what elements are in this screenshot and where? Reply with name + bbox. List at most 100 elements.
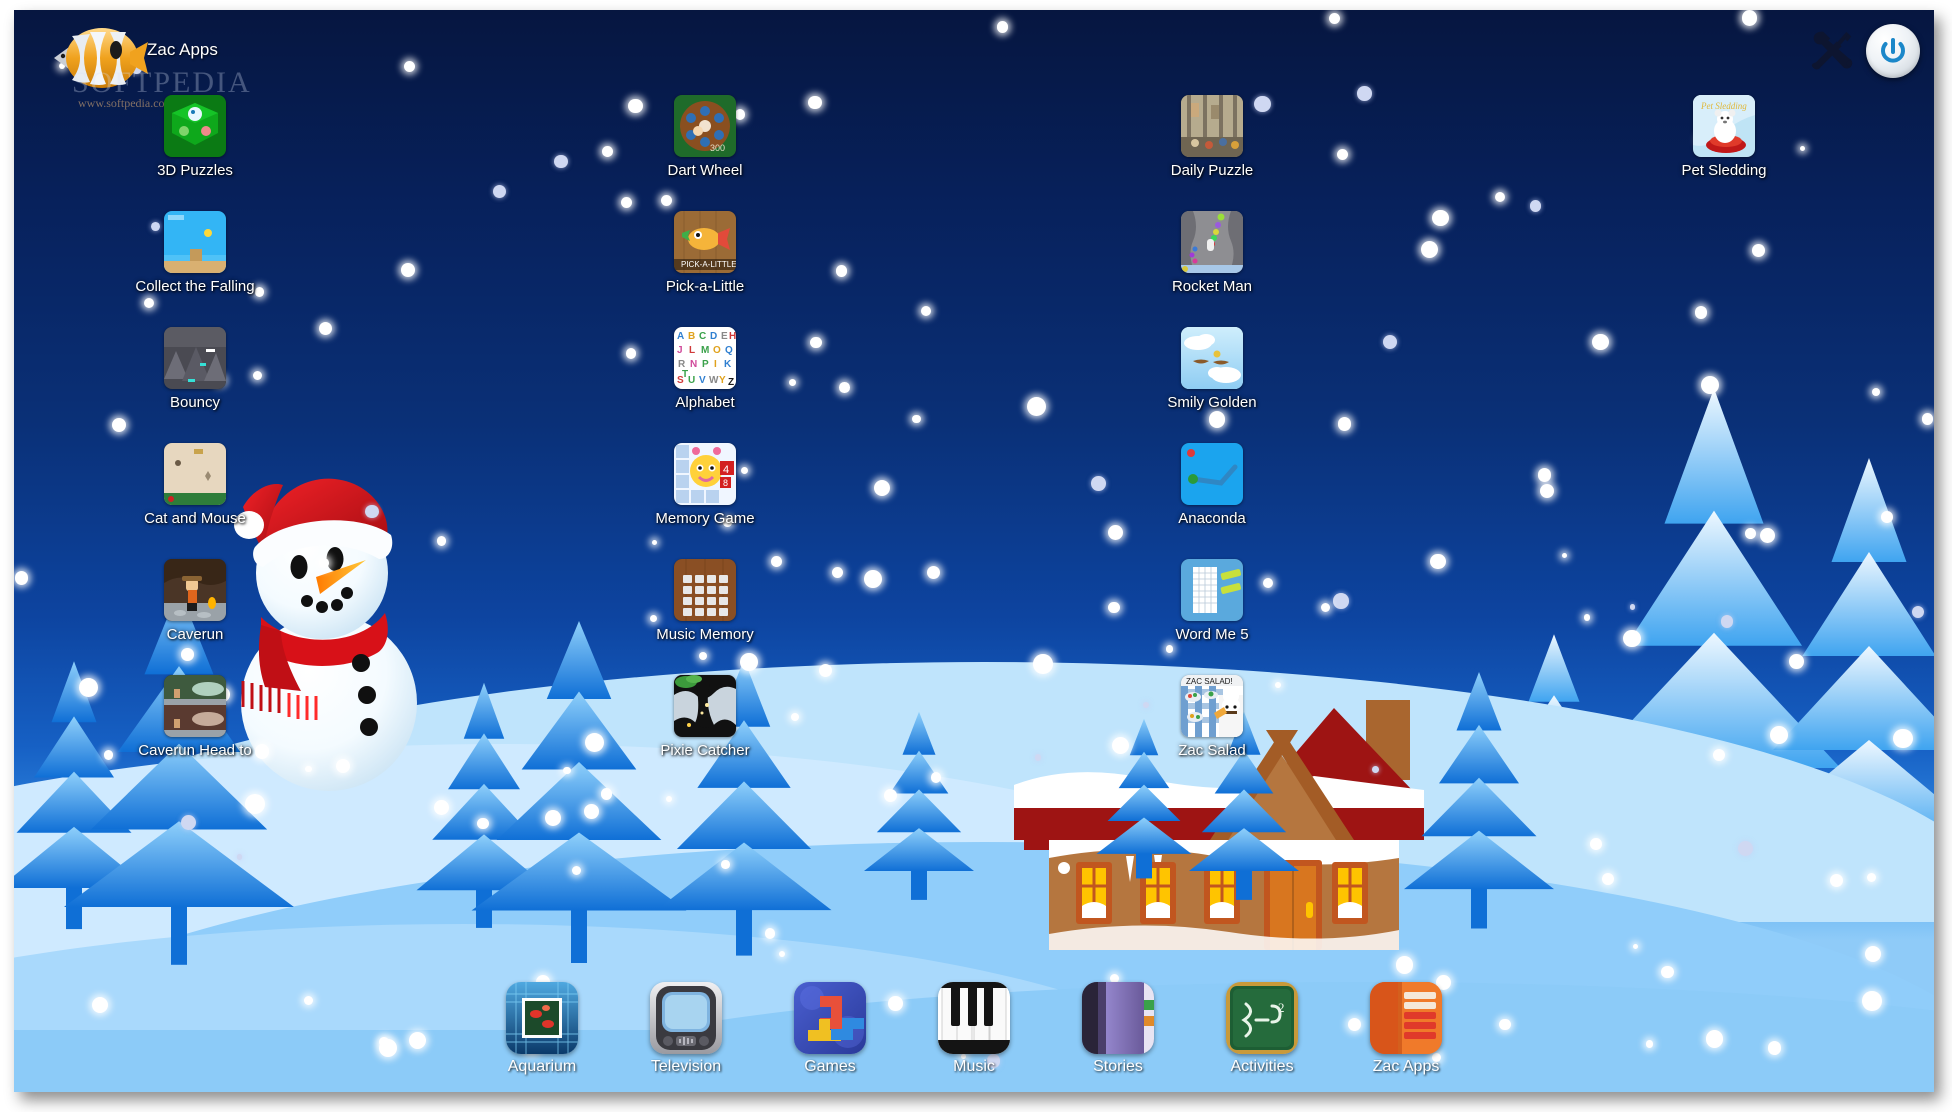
desktop-icon-label: 3D Puzzles (157, 162, 233, 179)
snowflake (318, 558, 329, 568)
memory-game-icon: 4 8 (674, 443, 736, 505)
pet-sledding-icon: Pet Sledding (1693, 95, 1755, 157)
snowflake (1871, 387, 1880, 396)
svg-text:M: M (701, 345, 709, 356)
tree-tier (463, 682, 505, 739)
desktop-icon-alphabet[interactable]: AB CD EH JL MO Q RN PI K SU VW YZ T Alph… (620, 327, 790, 411)
dock-item-aquarium[interactable]: Aquarium (484, 982, 600, 1076)
snowflake (1741, 10, 1757, 26)
snowflake (810, 336, 822, 348)
svg-text:O: O (713, 345, 721, 356)
snowflake (602, 145, 613, 157)
snowflake (1632, 943, 1638, 949)
snowflake (1789, 654, 1805, 669)
snowflake (926, 565, 941, 579)
desktop-icon-pet-sledding[interactable]: Pet Sledding Pet Sledding (1639, 95, 1809, 179)
snowflake (1108, 602, 1120, 614)
caverun-icon (164, 559, 226, 621)
3d-puzzles-icon (164, 95, 226, 157)
desktop-icon-rocket-man[interactable]: Rocket Man (1127, 211, 1297, 295)
dock-item-stories[interactable]: Stories (1060, 982, 1176, 1076)
desktop-icon-cat-and-mouse[interactable]: Cat and Mouse (110, 443, 280, 527)
desktop-icon-caverun-head-to[interactable]: Caverun Head to (110, 675, 280, 759)
snowflake (1829, 873, 1843, 887)
snowflake (1040, 790, 1048, 798)
dock-item-label: Activities (1230, 1058, 1294, 1075)
dock-item-zac-apps[interactable]: Zac Apps (1348, 982, 1464, 1076)
snowflake (1395, 956, 1414, 975)
snowflake (401, 262, 416, 277)
dock-item-television[interactable]: Television (628, 982, 744, 1076)
desktop-icon-3d-puzzles[interactable]: 3D Puzzles (110, 95, 280, 179)
pick-a-little-icon: PICK-A-LITTLE (674, 211, 736, 273)
desktop-icon-daily-puzzle[interactable]: Daily Puzzle (1127, 95, 1297, 179)
rocket-man-icon (1181, 211, 1243, 273)
desktop-icon-anaconda[interactable]: Anaconda (1127, 443, 1297, 527)
desktop-icon-bouncy[interactable]: Bouncy (110, 327, 280, 411)
desktop-icon-dart-wheel[interactable]: 300 Dart Wheel (620, 95, 790, 179)
caverun-head-to-icon (164, 675, 226, 737)
desktop-icon-label: Word Me 5 (1175, 626, 1249, 643)
desktop-icon-label: Smily Golden (1167, 394, 1257, 411)
snowflake (1661, 965, 1674, 979)
desktop-icon-pixie-catcher[interactable]: Pixie Catcher (620, 675, 790, 759)
svg-text:N: N (690, 359, 697, 370)
dock-item-games[interactable]: Games (772, 982, 888, 1076)
tree-tier (1201, 789, 1287, 833)
stories-icon (1082, 982, 1154, 1054)
desktop-icon-zac-salad[interactable]: ZAC SALAD! Zac Salad (1127, 675, 1297, 759)
page-title: Zac Apps (147, 40, 218, 59)
desktop-icon-pick-a-little[interactable]: PICK-A-LITTLE Pick-a-Little (620, 211, 790, 295)
pixie-catcher-icon (674, 675, 736, 737)
desktop-icon-collect-the-falling[interactable]: Collect the Falling (110, 211, 280, 295)
dock-item-music[interactable]: Music (916, 982, 1032, 1076)
desktop-icon-caverun[interactable]: Caverun (110, 559, 280, 643)
desktop-icon-label: Collect the Falling (135, 278, 255, 295)
svg-text:Y: Y (719, 375, 726, 386)
desktop-icon-memory-game[interactable]: 4 8 Memory Game (620, 443, 790, 527)
desktop-icon-label: Dart Wheel (667, 162, 743, 179)
desktop-icon-label: Bouncy (169, 394, 221, 411)
snowflake (477, 817, 489, 830)
tools-icon[interactable] (1810, 28, 1856, 74)
tree-tier (496, 762, 662, 840)
desktop-icon-label: Caverun (166, 626, 224, 643)
word-me-5-icon (1181, 559, 1243, 621)
snowflake (1759, 527, 1775, 543)
bouncy-icon (164, 327, 226, 389)
svg-text:ZAC SALAD!: ZAC SALAD! (1186, 677, 1233, 686)
power-icon (1881, 38, 1905, 63)
desktop-icon-word-me-5[interactable]: Word Me 5 (1127, 559, 1297, 643)
snowflake (1420, 240, 1439, 259)
snowflake (544, 810, 561, 827)
power-button[interactable] (1866, 24, 1920, 78)
svg-text:A: A (677, 331, 684, 342)
desktop-icon-label: Alphabet (675, 394, 735, 411)
snowflake (874, 479, 891, 496)
snowflake (1026, 397, 1046, 416)
svg-text:T: T (682, 369, 688, 380)
snowflake (721, 860, 730, 869)
snowflake (1357, 86, 1372, 101)
snowflake (131, 62, 143, 74)
desktop-icon-label: Pet Sledding (1681, 162, 1767, 179)
snowflake (1332, 593, 1349, 609)
snowflake (1432, 210, 1449, 227)
tree-tier (1107, 784, 1181, 821)
svg-text:2: 2 (1278, 1000, 1285, 1015)
snowflake (600, 787, 613, 800)
svg-text:4: 4 (723, 464, 729, 476)
dock-item-label: Games (804, 1058, 856, 1075)
snowflake (996, 20, 1009, 33)
snowflake (563, 766, 571, 775)
snowflake (1430, 553, 1446, 570)
desktop-icon-smily-golden[interactable]: Smily Golden (1127, 327, 1297, 411)
desktop-icon-label: Daily Puzzle (1170, 162, 1254, 179)
dock-item-label: Television (650, 1058, 722, 1075)
svg-text:8: 8 (723, 478, 728, 488)
desktop-icon-music-memory[interactable]: Music Memory (620, 559, 790, 643)
dock-item-activities[interactable]: 2 Activities (1204, 982, 1320, 1076)
tree-tier (864, 828, 974, 872)
svg-text:H: H (729, 331, 736, 342)
dock: Aquarium Television Games Music Stories … (14, 982, 1934, 1076)
